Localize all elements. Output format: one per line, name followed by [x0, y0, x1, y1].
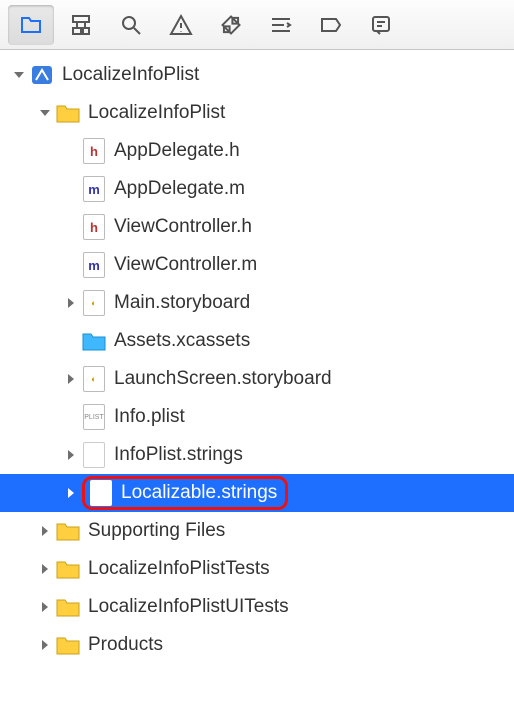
tree-item-label: Localizable.strings [121, 482, 277, 504]
tree-item[interactable]: Products [0, 626, 514, 664]
folder-icon [56, 101, 80, 125]
tree-item[interactable]: PLIST Info.plist [0, 398, 514, 436]
disclosure-triangle-icon[interactable] [64, 448, 78, 462]
issue-navigator-icon[interactable] [158, 5, 204, 45]
impl-file-icon: m [82, 177, 106, 201]
file-navigator-icon[interactable] [8, 5, 54, 45]
tree-item-label: ViewController.h [114, 216, 252, 238]
disclosure-triangle-icon[interactable] [64, 296, 78, 310]
xcassets-icon [82, 329, 106, 353]
impl-file-icon: m [82, 253, 106, 277]
tree-item[interactable]: ◐ Main.storyboard [0, 284, 514, 322]
find-navigator-icon[interactable] [108, 5, 154, 45]
tree-item[interactable]: Localizable.strings [0, 474, 514, 512]
folder-icon [56, 633, 80, 657]
tree-item-label: AppDelegate.m [114, 178, 245, 200]
tree-item-label: Assets.xcassets [114, 330, 250, 352]
navigator-toolbar [0, 0, 514, 50]
tree-item[interactable]: m AppDelegate.m [0, 170, 514, 208]
tree-item[interactable]: h ViewController.h [0, 208, 514, 246]
folder-icon [56, 519, 80, 543]
tree-item[interactable]: LocalizeInfoPlistTests [0, 550, 514, 588]
test-navigator-icon[interactable] [208, 5, 254, 45]
project-navigator-tree[interactable]: LocalizeInfoPlist LocalizeInfoPlist h AppDe… [0, 50, 514, 664]
tree-item[interactable]: Assets.xcassets [0, 322, 514, 360]
storyboard-file-icon: ◐ [82, 291, 106, 315]
tree-item[interactable]: ◐ LaunchScreen.storyboard [0, 360, 514, 398]
tree-item-label: Products [88, 634, 163, 656]
tree-item[interactable]: LocalizeInfoPlistUITests [0, 588, 514, 626]
tree-item[interactable]: m ViewController.m [0, 246, 514, 284]
tree-item-label: AppDelegate.h [114, 140, 240, 162]
header-file-icon: h [82, 139, 106, 163]
disclosure-triangle-icon[interactable] [12, 68, 26, 82]
strings-file-icon [82, 443, 106, 467]
tree-item[interactable]: h AppDelegate.h [0, 132, 514, 170]
tree-item-label: LocalizeInfoPlist [62, 64, 199, 86]
debug-navigator-icon[interactable] [258, 5, 304, 45]
strings-file-icon [89, 481, 113, 505]
tree-item-label: ViewController.m [114, 254, 257, 276]
disclosure-triangle-icon[interactable] [38, 106, 52, 120]
tree-item[interactable]: InfoPlist.strings [0, 436, 514, 474]
tree-item[interactable]: LocalizeInfoPlist [0, 56, 514, 94]
tree-item[interactable]: LocalizeInfoPlist [0, 94, 514, 132]
tree-item-label: Info.plist [114, 406, 185, 428]
tree-item-label: Supporting Files [88, 520, 225, 542]
breakpoint-navigator-icon[interactable] [308, 5, 354, 45]
tree-item[interactable]: Supporting Files [0, 512, 514, 550]
tree-item-label: LocalizeInfoPlistUITests [88, 596, 289, 618]
header-file-icon: h [82, 215, 106, 239]
annotation-highlight: Localizable.strings [82, 476, 288, 510]
tree-item-label: InfoPlist.strings [114, 444, 243, 466]
disclosure-triangle-icon[interactable] [38, 638, 52, 652]
disclosure-triangle-icon[interactable] [38, 600, 52, 614]
disclosure-triangle-icon[interactable] [64, 486, 78, 500]
xcodeproj-icon [30, 63, 54, 87]
disclosure-triangle-icon[interactable] [64, 372, 78, 386]
disclosure-triangle-icon[interactable] [38, 524, 52, 538]
tree-item-label: LocalizeInfoPlist [88, 102, 225, 124]
folder-icon [56, 557, 80, 581]
symbol-navigator-icon[interactable] [58, 5, 104, 45]
plist-file-icon: PLIST [82, 405, 106, 429]
tree-item-label: LaunchScreen.storyboard [114, 368, 332, 390]
tree-item-label: LocalizeInfoPlistTests [88, 558, 270, 580]
storyboard-file-icon: ◐ [82, 367, 106, 391]
disclosure-triangle-icon[interactable] [38, 562, 52, 576]
folder-icon [56, 595, 80, 619]
report-navigator-icon[interactable] [358, 5, 404, 45]
tree-item-label: Main.storyboard [114, 292, 250, 314]
